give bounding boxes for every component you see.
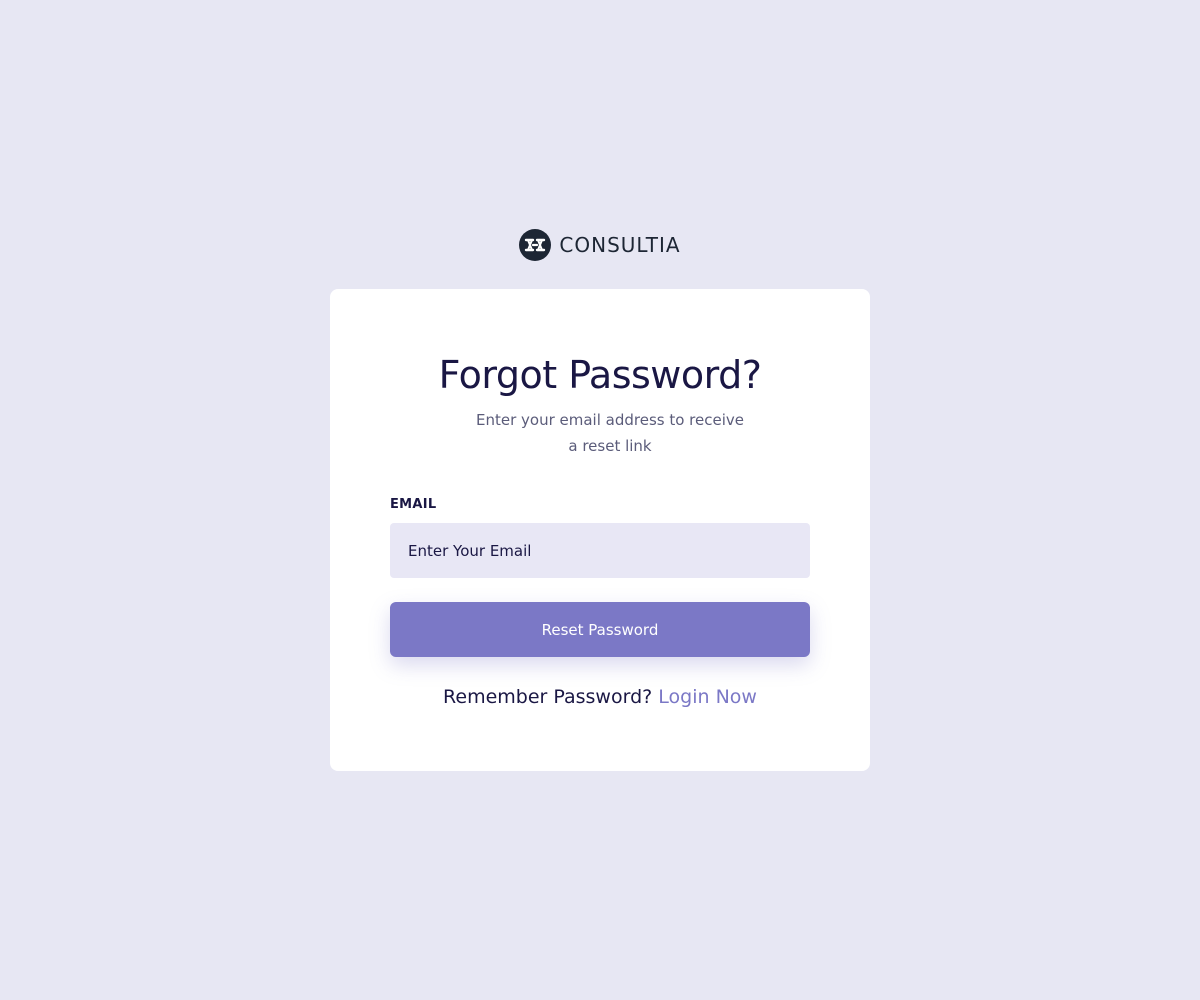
brand-name: CONSULTIA xyxy=(559,233,681,257)
login-now-link[interactable]: Login Now xyxy=(658,686,757,708)
page-title: Forgot Password? xyxy=(438,353,762,397)
remember-password-row: Remember Password? Login Now xyxy=(330,682,870,712)
reset-password-button[interactable]: Reset Password xyxy=(390,602,810,657)
brand-header: CONSULTIA xyxy=(0,229,1200,261)
email-field[interactable] xyxy=(390,523,810,578)
email-label: EMAIL xyxy=(390,497,437,512)
remember-password-text: Remember Password? xyxy=(443,686,653,708)
page-subtitle: Enter your email address to receive a re… xyxy=(475,411,744,455)
consultia-logo-icon xyxy=(519,229,552,261)
forgot-password-card: Forgot Password? Enter your email addres… xyxy=(330,289,870,771)
